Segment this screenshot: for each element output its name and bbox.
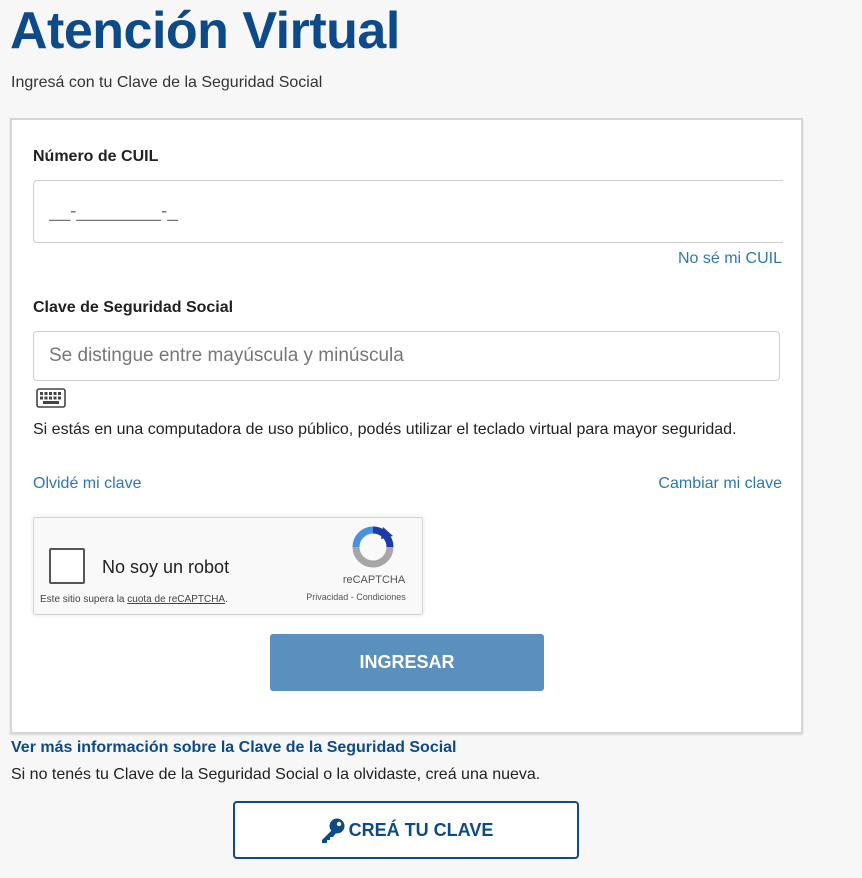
more-info-link[interactable]: Ver más información sobre la Clave de la… <box>11 739 457 757</box>
cuil-input[interactable] <box>33 180 783 243</box>
recaptcha-label: No soy un robot <box>102 557 230 577</box>
page-subtitle: Ingresá con tu Clave de la Seguridad Soc… <box>11 74 323 91</box>
password-label: Clave de Seguridad Social <box>33 299 234 316</box>
create-password-button[interactable]: CREÁ TU CLAVE <box>233 801 579 859</box>
key-icon <box>321 818 345 843</box>
no-cuil-link[interactable]: No sé mi CUIL <box>678 250 782 268</box>
recaptcha-quota-note: Este sitio supera la cuota de reCAPTCHA. <box>40 594 228 605</box>
recaptcha-widget: No soy un robot reCAPTCHA Privacidad - C… <box>33 517 423 615</box>
change-password-link[interactable]: Cambiar mi clave <box>658 475 782 493</box>
create-help-text: Si no tenés tu Clave de la Seguridad Soc… <box>11 766 541 783</box>
recaptcha-legal: Privacidad - Condiciones <box>286 592 426 602</box>
recaptcha-privacy-link[interactable]: Privacidad <box>306 592 348 602</box>
recaptcha-checkbox[interactable] <box>49 548 85 584</box>
submit-button[interactable]: INGRESAR <box>270 634 544 691</box>
recaptcha-quota-link[interactable]: cuota de reCAPTCHA <box>127 594 225 605</box>
recaptcha-terms-link[interactable]: Condiciones <box>356 592 406 602</box>
create-password-label: CREÁ TU CLAVE <box>348 819 494 840</box>
recaptcha-brand: reCAPTCHA <box>342 574 406 586</box>
cuil-label: Número de CUIL <box>33 148 159 165</box>
quota-prefix: Este sitio supera la <box>40 594 128 605</box>
keyboard-icon[interactable] <box>36 388 66 408</box>
virtual-keyboard-notice: Si estás en una computadora de uso públi… <box>33 421 737 438</box>
recaptcha-logo-icon <box>352 526 394 568</box>
forgot-password-link[interactable]: Olvidé mi clave <box>33 475 141 493</box>
password-input[interactable] <box>33 331 780 381</box>
quota-suffix: . <box>225 594 228 605</box>
login-panel: Número de CUIL No sé mi CUIL Clave de Se… <box>10 118 803 734</box>
page-title: Atención Virtual <box>10 2 400 60</box>
